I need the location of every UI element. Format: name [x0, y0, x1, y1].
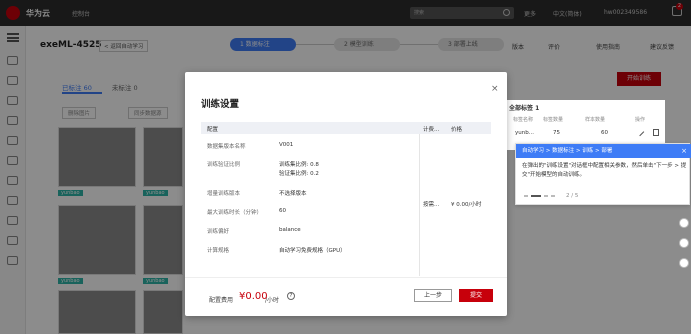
label-panel-title: 全部标签 1 — [509, 105, 540, 112]
tooltip-close-icon[interactable]: × — [681, 144, 687, 158]
pager-dot[interactable] — [524, 195, 528, 197]
delete-icon[interactable] — [653, 129, 659, 136]
header-billing: 计费... — [423, 127, 440, 133]
label-row-name: yunb... — [515, 130, 534, 136]
close-icon[interactable]: × — [491, 84, 499, 94]
cost-label: 配置费用 — [209, 297, 234, 304]
help-icon[interactable]: ? — [287, 292, 295, 300]
val-ratio-value: 验证集比例: 0.2 — [279, 171, 319, 177]
label-row-count: 75 — [553, 130, 560, 136]
col-sample-count: 样本数量 — [585, 117, 606, 123]
compute-spec-value: 自动学习免费规格（GPU） — [279, 248, 346, 254]
float-edit-icon[interactable] — [679, 258, 689, 268]
dialog-title: 训练设置 — [201, 99, 240, 110]
dataset-version-label: 数据集版本名称 — [207, 144, 246, 150]
tooltip-page-indicator: 2 / 5 — [566, 193, 579, 199]
col-label-count: 标签数量 — [543, 117, 564, 123]
pager-dot[interactable] — [551, 195, 555, 197]
column-divider — [419, 134, 420, 276]
previous-step-button[interactable]: 上一步 — [414, 289, 452, 302]
incremental-version-value: 不选择版本 — [279, 191, 307, 197]
cost-value: ¥0.00 — [239, 291, 268, 302]
col-label-name: 标签名称 — [513, 117, 534, 123]
incremental-version-label: 增量训练版本 — [207, 191, 241, 197]
max-duration-value: 60 — [279, 208, 286, 214]
pager-dot-active[interactable] — [531, 195, 541, 197]
billing-mode-value: 按需... — [423, 202, 440, 208]
compute-spec-label: 计算规格 — [207, 248, 230, 254]
dataset-version-value: V001 — [279, 142, 294, 148]
header-config: 配置 — [207, 127, 219, 133]
pager-dot[interactable] — [544, 195, 548, 197]
config-table: 配置 计费... 价格 数据集版本名称 V001 训练验证比例 训练集比例: 0… — [201, 122, 491, 314]
training-preference-value: balance — [279, 227, 301, 233]
tooltip-pager-dots — [524, 195, 555, 197]
train-ratio-value: 训练集比例: 0.8 — [279, 162, 319, 168]
header-price: 价格 — [451, 127, 463, 133]
training-preference-label: 训练偏好 — [207, 229, 230, 235]
price-value: ¥ 0.00/小时 — [451, 202, 482, 208]
tooltip-body: 在弹出的"训练设置"对话框中配置相关参数，然后单击"下一步 > 提交"开始模型的… — [522, 163, 687, 178]
cost-unit: /小时 — [265, 297, 280, 304]
training-settings-dialog: 训练设置 × 配置 计费... 价格 数据集版本名称 V001 训练验证比例 训… — [185, 72, 507, 316]
split-ratio-label: 训练验证比例 — [207, 162, 241, 168]
edit-icon[interactable] — [635, 127, 645, 137]
guide-tooltip: 自动学习 > 数据标注 > 训练 > 部署 × 在弹出的"训练设置"对话框中配置… — [515, 143, 691, 205]
float-phone-icon[interactable] — [679, 238, 689, 248]
label-row-samples: 60 — [601, 130, 608, 136]
float-chat-icon[interactable] — [679, 218, 689, 228]
tooltip-breadcrumb: 自动学习 > 数据标注 > 训练 > 部署 × — [516, 144, 691, 158]
footer-divider — [185, 277, 507, 278]
tooltip-breadcrumb-text: 自动学习 > 数据标注 > 训练 > 部署 — [522, 148, 613, 154]
config-table-header: 配置 计费... 价格 — [201, 122, 491, 134]
submit-button[interactable]: 提交 — [459, 289, 493, 302]
max-duration-label: 最大训练时长（分钟） — [207, 210, 263, 216]
col-actions: 操作 — [635, 117, 646, 123]
